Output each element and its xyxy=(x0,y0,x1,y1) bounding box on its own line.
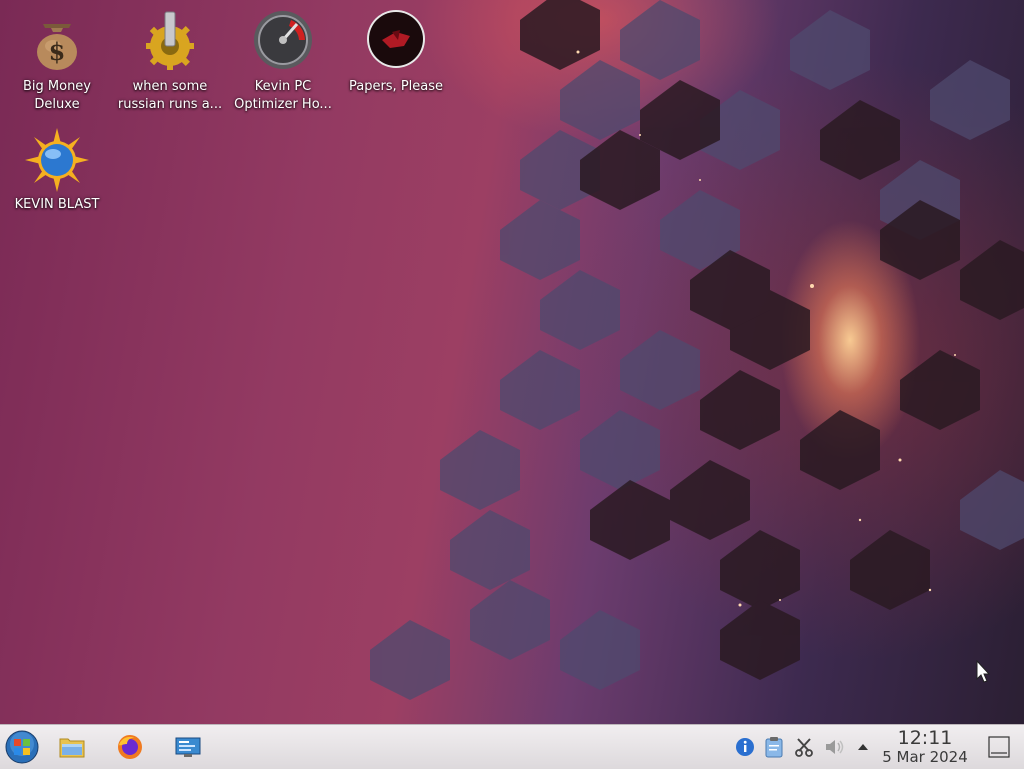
desktop[interactable]: $ Big Money Deluxe when some russian run… xyxy=(0,0,1024,724)
clipboard-icon xyxy=(765,737,783,758)
file-manager-icon xyxy=(59,738,85,758)
mouse-cursor-icon xyxy=(976,660,991,683)
sun-globe-icon xyxy=(25,128,89,192)
desktop-icon-label: Big Money Deluxe xyxy=(22,79,91,112)
desktop-icon-kevin-pc-optimizer[interactable]: Kevin PC Optimizer Ho... xyxy=(228,10,338,114)
money-bag-icon: $ xyxy=(37,24,77,70)
clock-date: 5 Mar 2024 xyxy=(882,748,968,766)
desktop-icon-label: KEVIN BLAST xyxy=(14,197,100,212)
file-manager-button[interactable] xyxy=(52,725,92,769)
info-tray-button[interactable] xyxy=(734,725,756,769)
volume-icon xyxy=(826,740,844,754)
clipboard-tray-button[interactable] xyxy=(763,725,785,769)
remote-desktop-button[interactable] xyxy=(168,725,208,769)
expand-tray-arrow-icon xyxy=(858,744,868,750)
desktop-icon-papers-please[interactable]: Papers, Please xyxy=(341,10,451,96)
gear-icon xyxy=(146,11,194,70)
firefox-button[interactable] xyxy=(110,725,150,769)
desktop-icon-big-money-deluxe[interactable]: $ Big Money Deluxe xyxy=(2,10,112,114)
start-menu-icon xyxy=(5,730,39,764)
desktop-icon-russian-runs[interactable]: when some russian runs a... xyxy=(115,10,225,114)
remote-desktop-icon xyxy=(175,737,201,757)
desktop-icon-label: Kevin PC Optimizer Ho... xyxy=(234,79,332,112)
desktop-icon-label: Papers, Please xyxy=(348,79,444,94)
scissors-icon xyxy=(795,738,813,757)
svg-text:$: $ xyxy=(49,37,66,66)
desktop-icon-label: when some russian runs a... xyxy=(117,79,223,112)
show-desktop-button[interactable] xyxy=(984,725,1014,769)
gauge-icon xyxy=(254,11,312,69)
screenshot-tray-button[interactable] xyxy=(793,725,815,769)
volume-tray-button[interactable] xyxy=(823,725,847,769)
start-menu-button[interactable] xyxy=(2,725,42,769)
show-desktop-icon xyxy=(988,736,1010,758)
clock[interactable]: 12:11 5 Mar 2024 xyxy=(880,725,970,769)
expand-tray-button[interactable] xyxy=(852,725,874,769)
firefox-icon xyxy=(118,735,142,759)
taskbar: 12:11 5 Mar 2024 xyxy=(0,724,1024,769)
desktop-icon-kevin-blast[interactable]: KEVIN BLAST xyxy=(2,128,112,214)
info-icon xyxy=(736,738,754,756)
papers-please-icon xyxy=(367,10,425,68)
clock-time: 12:11 xyxy=(897,727,953,749)
